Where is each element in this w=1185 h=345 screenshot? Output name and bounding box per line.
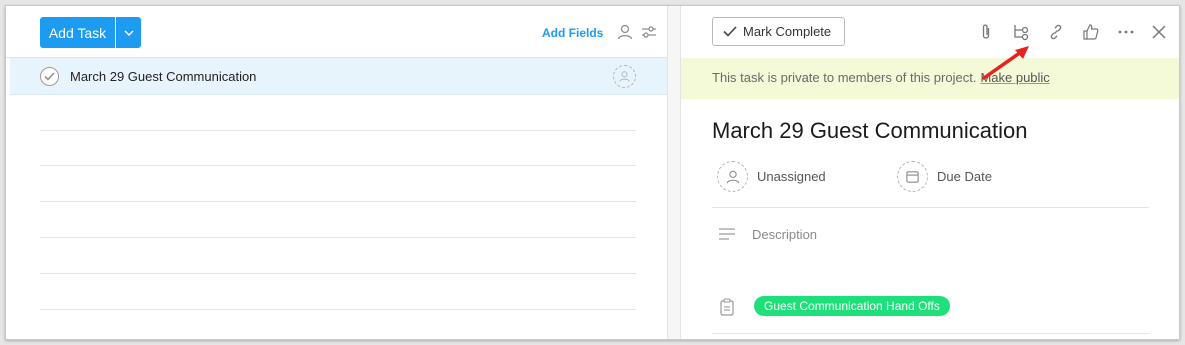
task-assignee-avatar[interactable] bbox=[613, 65, 636, 88]
task-row[interactable]: March 29 Guest Communication bbox=[10, 58, 667, 95]
check-icon bbox=[723, 26, 737, 37]
calendar-icon bbox=[906, 171, 919, 183]
person-icon[interactable] bbox=[616, 23, 634, 41]
chevron-down-icon bbox=[123, 29, 134, 36]
add-fields-link[interactable]: Add Fields bbox=[542, 26, 603, 40]
add-task-button-group: Add Task bbox=[40, 17, 141, 48]
close-icon[interactable] bbox=[1149, 22, 1169, 42]
person-icon bbox=[619, 71, 630, 82]
assignee-avatar bbox=[717, 161, 748, 192]
empty-row-divider bbox=[40, 273, 636, 274]
description-icon bbox=[719, 228, 735, 240]
check-icon bbox=[44, 72, 55, 81]
empty-row-divider bbox=[40, 165, 636, 166]
link-icon[interactable] bbox=[1046, 22, 1066, 42]
app-window: Add Task Add Fields March 29 Guest Commu… bbox=[5, 5, 1180, 340]
due-date-circle bbox=[897, 161, 928, 192]
annotation-arrow-icon bbox=[982, 46, 1029, 80]
task-complete-checkbox[interactable] bbox=[40, 67, 59, 86]
due-date-label: Due Date bbox=[937, 169, 992, 184]
pane-divider[interactable] bbox=[667, 6, 681, 339]
section-divider bbox=[712, 207, 1149, 208]
paperclip-icon[interactable] bbox=[976, 22, 996, 42]
private-notice-text: This task is private to members of this … bbox=[712, 70, 977, 85]
subtask-icon[interactable] bbox=[1011, 22, 1031, 42]
more-icon[interactable] bbox=[1116, 22, 1136, 42]
mark-complete-button[interactable]: Mark Complete bbox=[712, 17, 845, 46]
sliders-icon[interactable] bbox=[640, 23, 658, 41]
task-list-pane: Add Task Add Fields March 29 Guest Commu… bbox=[6, 6, 667, 339]
thumbs-up-icon[interactable] bbox=[1081, 22, 1101, 42]
screenshot-frame: Add Task Add Fields March 29 Guest Commu… bbox=[0, 0, 1185, 345]
add-task-button[interactable]: Add Task bbox=[40, 17, 115, 48]
add-task-dropdown-button[interactable] bbox=[116, 17, 141, 48]
mark-complete-label: Mark Complete bbox=[743, 24, 832, 39]
empty-row-divider bbox=[40, 237, 636, 238]
empty-row-divider bbox=[40, 130, 636, 131]
task-name[interactable]: March 29 Guest Communication bbox=[70, 69, 256, 84]
empty-row-divider bbox=[40, 309, 636, 310]
private-notice-banner: This task is private to members of this … bbox=[681, 58, 1179, 99]
section-divider bbox=[712, 333, 1149, 334]
empty-row-divider bbox=[40, 201, 636, 202]
assignee-label: Unassigned bbox=[757, 169, 826, 184]
person-icon bbox=[726, 170, 739, 183]
list-toolbar: Add Task Add Fields bbox=[6, 6, 667, 58]
task-title[interactable]: March 29 Guest Communication bbox=[712, 118, 1027, 144]
project-tag[interactable]: Guest Communication Hand Offs bbox=[754, 296, 950, 316]
assignee-field[interactable]: Unassigned bbox=[717, 161, 826, 192]
task-detail-pane: Mark Complete This task is private to me… bbox=[681, 6, 1179, 339]
description-field[interactable]: Description bbox=[752, 227, 817, 242]
clipboard-icon bbox=[720, 298, 734, 316]
due-date-field[interactable]: Due Date bbox=[897, 161, 992, 192]
